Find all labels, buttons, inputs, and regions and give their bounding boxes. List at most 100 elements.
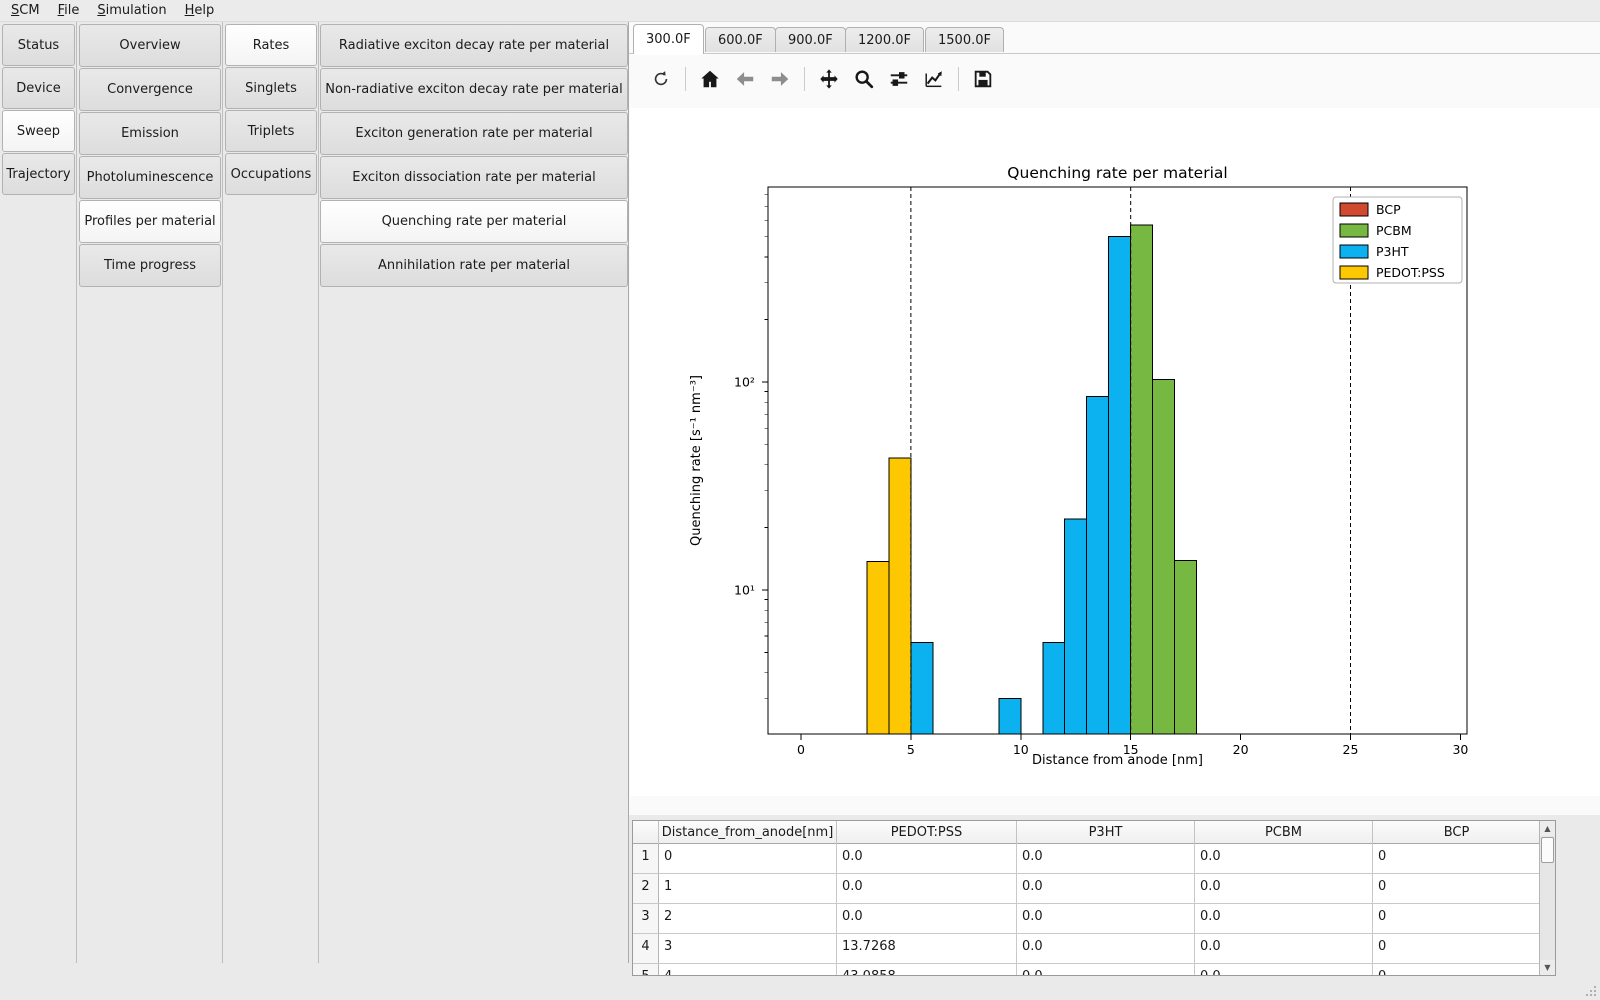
menu-simulation[interactable]: Simulation — [88, 2, 175, 19]
table-cell[interactable]: 0.0 — [837, 874, 1017, 904]
column-header[interactable]: Distance_from_anode[nm] — [659, 821, 837, 844]
toolbar-separator — [958, 67, 959, 91]
plot-canvas[interactable]: 05101520253010¹10²Quenching rate per mat… — [630, 108, 1600, 796]
bar-P3HT — [999, 699, 1021, 734]
chart-title: Quenching rate per material — [1007, 164, 1227, 182]
refresh-icon[interactable] — [647, 65, 675, 93]
customize-icon[interactable] — [920, 65, 948, 93]
back-icon[interactable] — [731, 65, 759, 93]
table-header: Distance_from_anode[nm]PEDOT:PSSP3HTPCBM… — [633, 821, 1541, 844]
tab-600f[interactable]: 600.0F — [705, 27, 776, 52]
table-cell[interactable]: 0.0 — [837, 904, 1017, 934]
nav-occupations[interactable]: Occupations — [225, 153, 317, 195]
nav-nonradiative-decay-rate[interactable]: Non-radiative exciton decay rate per mat… — [320, 68, 628, 111]
save-icon[interactable] — [969, 65, 997, 93]
toolbar-separator — [804, 67, 805, 91]
table-cell[interactable]: 43.0858 — [837, 964, 1017, 976]
scroll-up-icon[interactable]: ▲ — [1540, 821, 1555, 836]
legend-swatch — [1340, 245, 1368, 258]
table-cell[interactable]: 0.0 — [1195, 934, 1373, 964]
y-tick-label: 10² — [734, 375, 755, 390]
nav-radiative-decay-rate[interactable]: Radiative exciton decay rate per materia… — [320, 24, 628, 67]
table-cell[interactable]: 0 — [1373, 934, 1541, 964]
nav-singlets[interactable]: Singlets — [225, 67, 317, 109]
column-header[interactable]: P3HT — [1017, 821, 1195, 844]
table-cell[interactable]: 0.0 — [1195, 844, 1373, 874]
tab-300f[interactable]: 300.0F — [633, 24, 704, 54]
nav-time-progress[interactable]: Time progress — [79, 244, 221, 287]
table-cell[interactable]: 13.7268 — [837, 934, 1017, 964]
legend-label: PCBM — [1376, 223, 1412, 238]
tab-1200f[interactable]: 1200.0F — [845, 27, 924, 52]
column-separator — [222, 22, 223, 963]
table-cell[interactable]: 0 — [659, 844, 837, 874]
nav-photoluminescence[interactable]: Photoluminescence — [79, 156, 221, 199]
column-header[interactable]: PEDOT:PSS — [837, 821, 1017, 844]
nav-trajectory[interactable]: Trajectory — [2, 153, 75, 195]
scroll-down-icon[interactable]: ▼ — [1540, 960, 1555, 975]
table-cell[interactable]: 1 — [659, 874, 837, 904]
table-cell[interactable]: 3 — [659, 934, 837, 964]
legend-label: BCP — [1376, 202, 1401, 217]
row-number[interactable]: 1 — [633, 844, 659, 874]
menu-file[interactable]: File — [49, 2, 89, 19]
pan-icon[interactable] — [815, 65, 843, 93]
row-number[interactable]: 2 — [633, 874, 659, 904]
row-number[interactable]: 3 — [633, 904, 659, 934]
plot-toolbar — [647, 62, 997, 96]
table-cell[interactable]: 0.0 — [1017, 904, 1195, 934]
table-cell[interactable]: 0.0 — [837, 844, 1017, 874]
table-cell[interactable]: 0 — [1373, 964, 1541, 976]
table-cell[interactable]: 0 — [1373, 874, 1541, 904]
column-header[interactable]: PCBM — [1195, 821, 1373, 844]
tab-1500f[interactable]: 1500.0F — [925, 27, 1004, 52]
row-number[interactable]: 5 — [633, 964, 659, 976]
table-scrollbar[interactable]: ▲ ▼ — [1539, 821, 1555, 975]
nav-rates[interactable]: Rates — [225, 24, 317, 66]
bar-P3HT — [1109, 237, 1131, 734]
nav-status[interactable]: Status — [2, 24, 75, 66]
forward-icon[interactable] — [766, 65, 794, 93]
nav-convergence[interactable]: Convergence — [79, 68, 221, 111]
table-cell[interactable]: 2 — [659, 904, 837, 934]
row-number[interactable]: 4 — [633, 934, 659, 964]
home-icon[interactable] — [696, 65, 724, 93]
x-tick-label: 5 — [907, 742, 915, 757]
menu-scm[interactable]: SCM — [2, 2, 49, 19]
nav-quenching-rate[interactable]: Quenching rate per material — [320, 200, 628, 243]
nav-exciton-generation-rate[interactable]: Exciton generation rate per material — [320, 112, 628, 155]
x-tick-label: 0 — [797, 742, 805, 757]
y-axis-label: Quenching rate [s⁻¹ nm⁻³] — [689, 375, 704, 546]
column-separator — [76, 22, 77, 963]
column-header[interactable]: BCP — [1373, 821, 1541, 844]
nav-emission[interactable]: Emission — [79, 112, 221, 155]
nav-exciton-dissociation-rate[interactable]: Exciton dissociation rate per material — [320, 156, 628, 199]
nav-triplets[interactable]: Triplets — [225, 110, 317, 152]
table-row: 100.00.00.00 — [633, 844, 1541, 874]
zoom-icon[interactable] — [850, 65, 878, 93]
menu-help[interactable]: Help — [176, 2, 224, 19]
table-cell[interactable]: 0.0 — [1017, 964, 1195, 976]
resize-grip[interactable] — [1582, 982, 1596, 996]
nav-device[interactable]: Device — [2, 67, 75, 109]
scrollbar-thumb[interactable] — [1541, 837, 1554, 863]
table-cell[interactable]: 0.0 — [1195, 964, 1373, 976]
table-cell[interactable]: 0.0 — [1195, 874, 1373, 904]
table-cell[interactable]: 0.0 — [1017, 934, 1195, 964]
bar-PEDOT:PSS — [889, 458, 911, 734]
table-cell[interactable]: 0.0 — [1017, 844, 1195, 874]
table-cell[interactable]: 0 — [1373, 844, 1541, 874]
nav-annihilation-rate[interactable]: Annihilation rate per material — [320, 244, 628, 287]
table-cell[interactable]: 0.0 — [1017, 874, 1195, 904]
table-cell[interactable]: 4 — [659, 964, 837, 976]
nav-overview[interactable]: Overview — [79, 24, 221, 67]
legend-swatch — [1340, 224, 1368, 237]
x-tick-label: 20 — [1233, 742, 1249, 757]
table-cell[interactable]: 0.0 — [1195, 904, 1373, 934]
nav-profiles-per-material[interactable]: Profiles per material — [79, 200, 221, 243]
table-cell[interactable]: 0 — [1373, 904, 1541, 934]
tab-900f[interactable]: 900.0F — [775, 27, 846, 52]
nav-sweep[interactable]: Sweep — [2, 110, 75, 152]
subplots-icon[interactable] — [885, 65, 913, 93]
bar-PCBM — [1175, 560, 1197, 734]
